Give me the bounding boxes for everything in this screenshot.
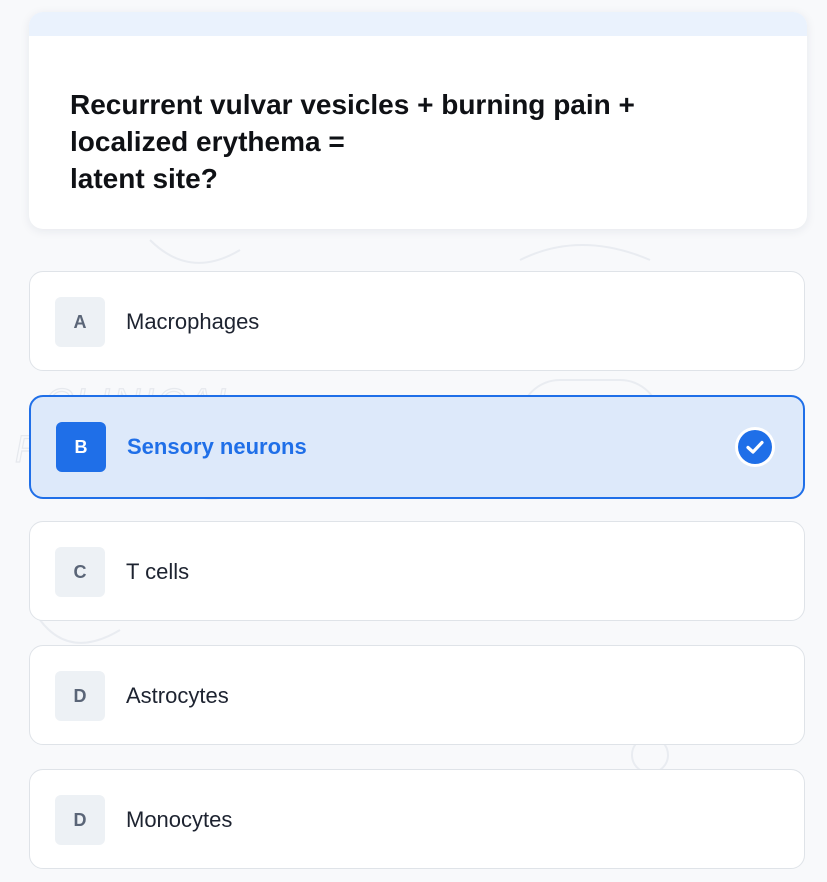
option-letter: C xyxy=(55,547,105,597)
option-label: Monocytes xyxy=(126,807,233,832)
option-a[interactable]: A Macrophages xyxy=(29,271,805,371)
checkmark-circle-icon xyxy=(738,430,772,464)
option-letter: B xyxy=(56,422,106,472)
option-letter: D xyxy=(55,671,105,721)
option-d[interactable]: D Astrocytes xyxy=(29,645,805,745)
question-text: Recurrent vulvar vesicles + burning pain… xyxy=(70,89,635,194)
option-label: Astrocytes xyxy=(126,683,229,708)
option-letter: D xyxy=(55,795,105,845)
question-card-header xyxy=(29,12,807,36)
option-c[interactable]: C T cells xyxy=(29,521,805,621)
question-card: Recurrent vulvar vesicles + burning pain… xyxy=(29,12,807,229)
option-label: T cells xyxy=(126,559,190,584)
option-label: Macrophages xyxy=(126,309,260,334)
option-b[interactable]: B Sensory neurons xyxy=(29,395,805,499)
option-e[interactable]: D Monocytes xyxy=(29,769,805,869)
option-letter: A xyxy=(55,297,105,347)
option-label: Sensory neurons xyxy=(127,434,307,459)
